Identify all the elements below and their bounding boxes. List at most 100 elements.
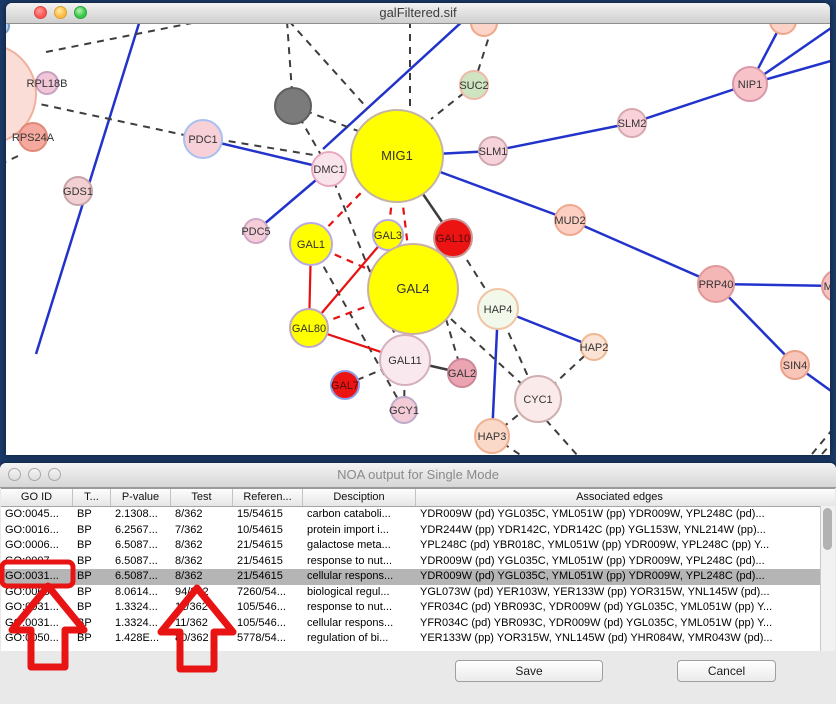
column-header-desciption[interactable]: Desciption [303, 489, 416, 506]
table-cell: 11/362 [171, 600, 233, 616]
table-cell: BP [73, 538, 111, 554]
table-row[interactable]: GO:0016...BP6.2567...7/36210/54615protei… [1, 523, 835, 539]
table-cell: BP [73, 585, 111, 601]
scrollbar-thumb[interactable] [823, 508, 832, 550]
table-cell: 7260/54... [233, 585, 303, 601]
table-cell: 15/54615 [233, 507, 303, 523]
node-label-RPL18B: RPL18B [27, 78, 68, 90]
table-cell: GO:0045... [1, 507, 73, 523]
edge[interactable] [6, 156, 18, 164]
column-header-t-[interactable]: T... [73, 489, 111, 506]
node-label-SLM1: SLM1 [479, 146, 508, 158]
edge[interactable] [493, 123, 632, 151]
table-cell: GO:0031... [1, 569, 73, 585]
dialog-footer: Save Cancel [0, 651, 836, 704]
table-cell: YFR034C (pd) YBR093C, YDR009W (pd) YGL03… [416, 600, 823, 616]
table-row[interactable]: GO:0007...BP6.5087...8/36221/54615respon… [1, 554, 835, 570]
table-cell: 80/362 [171, 631, 233, 647]
node-label-GAL10: GAL10 [436, 233, 470, 245]
table-cell: GO:0031... [1, 600, 73, 616]
table-cell: cellular respons... [303, 569, 416, 585]
node-label-DMC1: DMC1 [313, 164, 344, 176]
node-topright-peach[interactable] [770, 24, 796, 34]
noa-window-titlebar[interactable]: NOA output for Single Mode [0, 463, 836, 488]
table-row[interactable]: GO:0031...BP6.5087...8/36221/54615cellul… [1, 569, 835, 585]
table-cell: YPL248C (pd) YBR018C, YML051W (pp) YDR00… [416, 538, 823, 554]
cancel-button[interactable]: Cancel [677, 660, 776, 682]
edge[interactable] [546, 420, 578, 455]
table-cell: 8.0614... [111, 585, 171, 601]
noa-window-title: NOA output for Single Mode [0, 463, 836, 487]
table-cell: 94/362 [171, 585, 233, 601]
edge[interactable] [822, 436, 830, 454]
table-row[interactable]: GO:0045...BP2.1308...8/36215/54615carbon… [1, 507, 835, 523]
table-cell: 105/546... [233, 600, 303, 616]
graph-window-titlebar[interactable]: galFiltered.sif [6, 3, 830, 24]
edge[interactable] [632, 84, 750, 123]
graph-window: galFiltered.sif RPL18BRPS24AGDS1PDC1PDC5… [6, 3, 830, 455]
table-cell: 1.3324... [111, 616, 171, 632]
network-graph: RPL18BRPS24AGDS1PDC1PDC5MIG1SUC2SLM1DMC1… [6, 24, 830, 455]
save-button[interactable]: Save [455, 660, 603, 682]
table-cell: 1.428E... [111, 631, 171, 647]
node-gray-node[interactable] [275, 88, 311, 124]
table-cell: biological regul... [303, 585, 416, 601]
table-cell: YDR244W (pp) YDR142C, YDR142C (pp) YGL15… [416, 523, 823, 539]
node-label-HAP3: HAP3 [478, 431, 507, 443]
node-label-SUC2: SUC2 [459, 80, 488, 92]
table-cell: BP [73, 507, 111, 523]
table-cell: regulation of bi... [303, 631, 416, 647]
node-label-RPS24A: RPS24A [12, 132, 55, 144]
node-label-GAL4: GAL4 [396, 281, 429, 296]
edge[interactable] [570, 220, 716, 284]
table-cell: 8/362 [171, 507, 233, 523]
column-header-test[interactable]: Test [171, 489, 233, 506]
node-label-GAL1: GAL1 [297, 239, 325, 251]
table-cell: BP [73, 631, 111, 647]
node-label-GDS1: GDS1 [63, 186, 93, 198]
table-row[interactable]: GO:0006...BP6.5087...8/36221/54615galact… [1, 538, 835, 554]
column-header-associated-edges[interactable]: Associated edges [416, 489, 823, 506]
table-cell: GO:0050... [1, 631, 73, 647]
table-cell: 6.2567... [111, 523, 171, 539]
column-header-referen-[interactable]: Referen... [233, 489, 303, 506]
table-cell: 21/54615 [233, 538, 303, 554]
table-cell: 1.3324... [111, 600, 171, 616]
network-canvas[interactable]: RPL18BRPS24AGDS1PDC1PDC5MIG1SUC2SLM1DMC1… [6, 24, 830, 455]
node-corner-blue[interactable] [6, 24, 9, 34]
table-cell: YDR009W (pd) YGL035C, YML051W (pp) YDR00… [416, 569, 823, 585]
node-top-peach[interactable] [471, 24, 497, 36]
node-label-MUD2: MUD2 [554, 215, 585, 227]
results-table: GO IDT...P-valueTestReferen...Desciption… [1, 488, 835, 653]
table-scrollbar[interactable] [820, 506, 835, 652]
column-header-p-value[interactable]: P-value [111, 489, 171, 506]
table-cell: 8/362 [171, 569, 233, 585]
graph-window-title: galFiltered.sif [6, 3, 830, 23]
table-cell: YDR009W (pd) YGL035C, YML051W (pp) YDR00… [416, 507, 823, 523]
table-cell: 8/362 [171, 554, 233, 570]
noa-output-window: NOA output for Single Mode GO IDT...P-va… [0, 463, 836, 704]
node-label-HAP4: HAP4 [484, 304, 513, 316]
column-header-go-id[interactable]: GO ID [1, 489, 73, 506]
table-body: GO:0045...BP2.1308...8/36215/54615carbon… [1, 507, 835, 647]
table-cell: response to nut... [303, 600, 416, 616]
table-cell: 5778/54... [233, 631, 303, 647]
node-label-GAL80: GAL80 [292, 323, 326, 335]
table-cell: 6.5087... [111, 538, 171, 554]
node-label-PDC5: PDC5 [241, 226, 270, 238]
table-cell: YFR034C (pd) YBR093C, YDR009W (pd) YGL03… [416, 616, 823, 632]
table-cell: YER133W (pp) YOR315W, YNL145W (pd) YHR08… [416, 631, 823, 647]
edge[interactable] [46, 24, 202, 52]
edge[interactable] [812, 430, 830, 454]
node-label-NIP1: NIP1 [738, 79, 762, 91]
node-label-MIG1: MIG1 [381, 148, 413, 163]
table-row[interactable]: GO:0050...BP1.428E...80/3625778/54...reg… [1, 631, 835, 647]
table-cell: 21/54615 [233, 554, 303, 570]
table-cell: BP [73, 554, 111, 570]
table-row[interactable]: GO:0065...BP8.0614...94/3627260/54...bio… [1, 585, 835, 601]
node-label-GAL7: GAL7 [331, 380, 359, 392]
table-cell: 2.1308... [111, 507, 171, 523]
table-row[interactable]: GO:0031...BP1.3324...11/362105/546...cel… [1, 616, 835, 632]
table-cell: YGL073W (pd) YER103W, YER133W (pp) YOR31… [416, 585, 823, 601]
table-row[interactable]: GO:0031...BP1.3324...11/362105/546...res… [1, 600, 835, 616]
